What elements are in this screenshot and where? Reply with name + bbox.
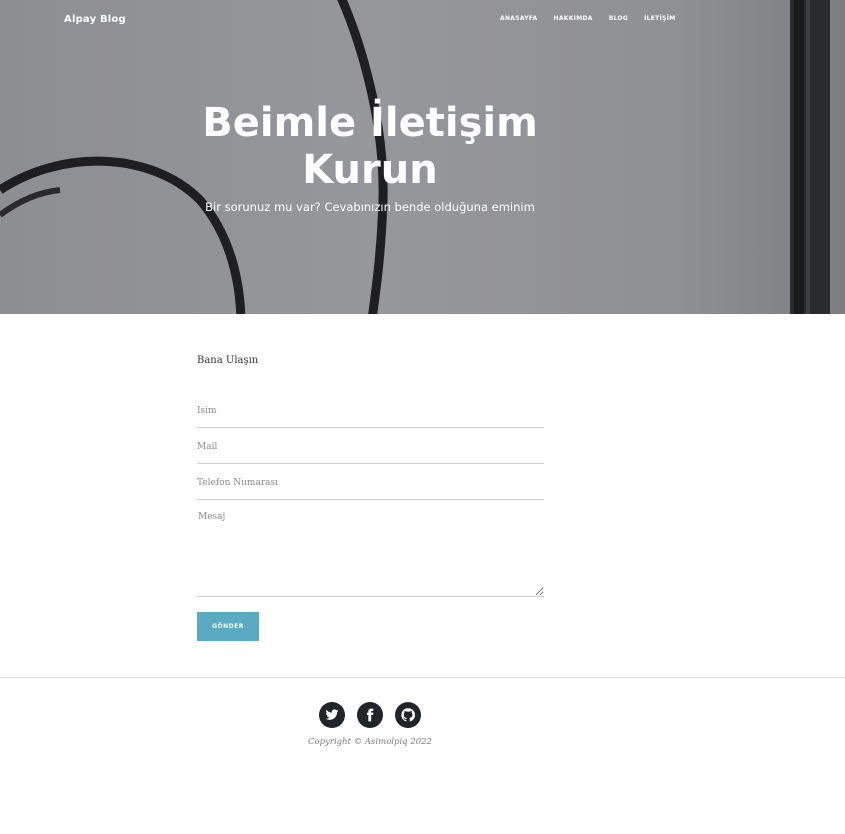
nav-link-blog[interactable]: BLOG [609, 15, 628, 22]
hero-header: Alpay Blog ANASAYFA HAKKIMDA BLOG İLETİŞ… [0, 0, 845, 314]
facebook-link[interactable] [357, 702, 383, 728]
nav-link-home[interactable]: ANASAYFA [500, 15, 538, 22]
page-title-line2: Kurun [302, 147, 438, 193]
page-title: Beimle İletişim Kurun [180, 100, 560, 194]
brand-logo[interactable]: Alpay Blog [64, 14, 126, 25]
facebook-icon [366, 708, 374, 722]
github-icon [401, 708, 415, 722]
message-field[interactable] [197, 508, 544, 597]
nav-link-about[interactable]: HAKKIMDA [554, 15, 593, 22]
contact-intro: Bana Ulaşın [197, 355, 259, 366]
copyright-text: Copyright © Asimolpiq 2022 [308, 737, 432, 747]
name-field[interactable] [197, 394, 544, 428]
footer-divider [0, 677, 845, 678]
twitter-icon [325, 709, 339, 720]
submit-button[interactable]: GÖNDER [197, 612, 259, 641]
nav-link-contact[interactable]: İLETİŞİM [644, 15, 675, 22]
page-subtitle: Bir sorunuz mu var? Cevabınızın bende ol… [205, 200, 535, 214]
twitter-link[interactable] [319, 702, 345, 728]
page-title-line1: Beimle İletişim [202, 100, 538, 146]
github-link[interactable] [395, 702, 421, 728]
email-field[interactable] [197, 430, 544, 464]
main-nav: ANASAYFA HAKKIMDA BLOG İLETİŞİM [500, 15, 676, 22]
phone-field[interactable] [197, 466, 544, 500]
